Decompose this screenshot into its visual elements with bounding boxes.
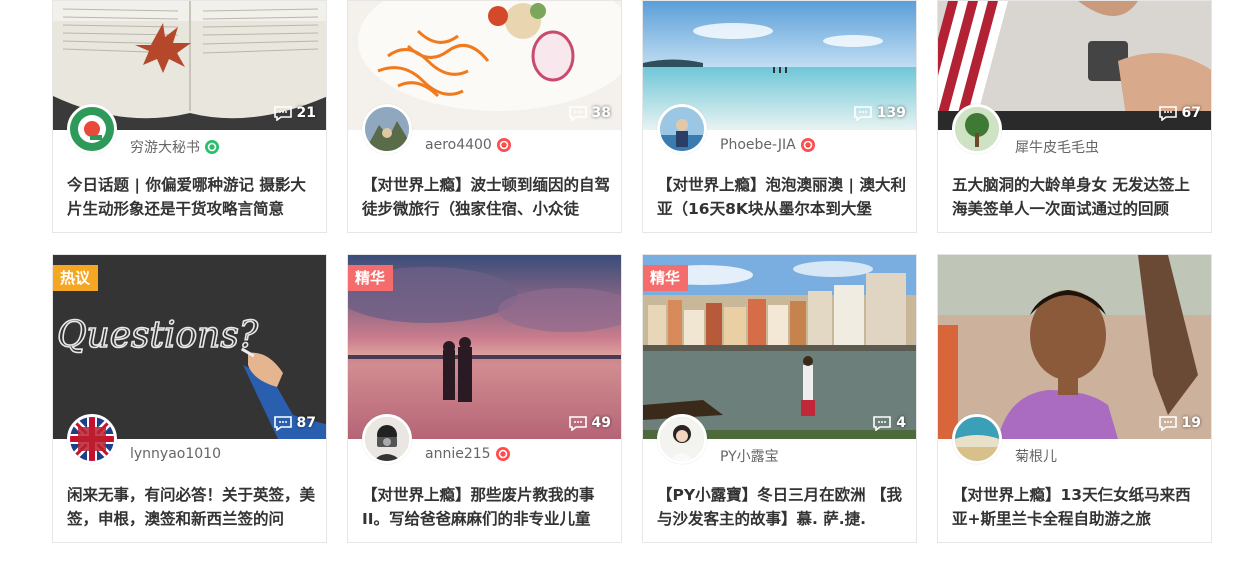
- hot-tag: 热议: [53, 265, 99, 291]
- author-name[interactable]: annie215: [425, 446, 491, 462]
- comment-count: 38: [568, 105, 611, 121]
- author[interactable]: annie215: [425, 446, 510, 462]
- post-card[interactable]: 139 Phoebe-JIA 【对世界上瘾】泡泡澳丽澳 | 澳大利亚（16天8K…: [642, 0, 917, 233]
- post-title[interactable]: 【对世界上瘾】波士顿到缅因的自驾徒步微旅行（独家住宿、小众徒: [362, 173, 611, 221]
- post-card[interactable]: Questions? 热议 87 lynnyao1010 闲来无事，有问必答！关…: [52, 254, 327, 543]
- comment-icon: [568, 415, 587, 431]
- verified-red-icon: [495, 447, 510, 461]
- comment-count: 87: [273, 415, 316, 431]
- author-name[interactable]: 菊根儿: [1015, 446, 1057, 466]
- avatar[interactable]: [362, 104, 412, 154]
- comment-icon: [1158, 105, 1177, 121]
- author-name[interactable]: PY小露宝: [720, 446, 779, 466]
- comment-count: 49: [568, 415, 611, 431]
- featured-tag: 精华: [348, 265, 394, 291]
- author-name[interactable]: lynnyao1010: [130, 446, 221, 462]
- comment-icon: [568, 105, 587, 121]
- author-name[interactable]: 穷游大秘书: [130, 137, 200, 157]
- verified-red-icon: [800, 138, 815, 152]
- avatar[interactable]: [67, 104, 117, 154]
- post-card[interactable]: 19 菊根儿 【对世界上瘾】13天仨女纸马来西亚+斯里兰卡全程自助游之旅: [937, 254, 1212, 543]
- post-card[interactable]: 67 犀牛皮毛毛虫 五大脑洞的大龄单身女 无发达签上海美签单人一次面试通过的回顾: [937, 0, 1212, 233]
- avatar[interactable]: [362, 414, 412, 464]
- post-title[interactable]: 【对世界上瘾】泡泡澳丽澳 | 澳大利亚（16天8K块从墨尔本到大堡: [657, 173, 906, 221]
- author-name[interactable]: 犀牛皮毛毛虫: [1015, 137, 1099, 157]
- post-title[interactable]: 【对世界上瘾】那些废片教我的事II。写给爸爸麻麻们的非专业儿童: [362, 483, 611, 531]
- avatar[interactable]: [657, 104, 707, 154]
- comment-icon: [873, 415, 892, 431]
- featured-tag: 精华: [643, 265, 689, 291]
- avatar[interactable]: [952, 104, 1002, 154]
- author[interactable]: 菊根儿: [1015, 446, 1057, 466]
- avatar[interactable]: [952, 414, 1002, 464]
- comment-icon: [273, 415, 292, 431]
- verified-red-icon: [496, 138, 511, 152]
- avatar[interactable]: [657, 414, 707, 464]
- svg-text:Questions?: Questions?: [57, 315, 259, 356]
- author[interactable]: lynnyao1010: [130, 446, 221, 462]
- author[interactable]: aero4400: [425, 137, 511, 153]
- verified-green-icon: [205, 140, 219, 154]
- post-card[interactable]: 38 aero4400 【对世界上瘾】波士顿到缅因的自驾徒步微旅行（独家住宿、小…: [347, 0, 622, 233]
- post-card[interactable]: 精华 49 annie215 【对世界上瘾】那些废片教我的事II。写给爸爸麻麻们…: [347, 254, 622, 543]
- post-card[interactable]: 精华 4 PY小露宝 【PY小露寶】冬日三月在欧洲 【我与沙发客主的故事】慕. …: [642, 254, 917, 543]
- comment-icon: [273, 105, 292, 121]
- post-title[interactable]: 【对世界上瘾】13天仨女纸马来西亚+斯里兰卡全程自助游之旅: [952, 483, 1201, 531]
- post-card[interactable]: 21 穷游大秘书 今日话题 | 你偏爱哪种游记 摄影大片生动形象还是干货攻略言简…: [52, 0, 327, 233]
- comment-count: 19: [1158, 415, 1201, 431]
- author[interactable]: 犀牛皮毛毛虫: [1015, 137, 1099, 157]
- author[interactable]: 穷游大秘书: [130, 137, 219, 157]
- post-title[interactable]: 【PY小露寶】冬日三月在欧洲 【我与沙发客主的故事】慕. 萨.捷.: [657, 483, 906, 531]
- post-title[interactable]: 今日话题 | 你偏爱哪种游记 摄影大片生动形象还是干货攻略言简意: [67, 173, 316, 221]
- author-name[interactable]: Phoebe-JIA: [720, 137, 796, 153]
- author-name[interactable]: aero4400: [425, 137, 492, 153]
- comment-count: 4: [873, 415, 906, 431]
- avatar[interactable]: [67, 414, 117, 464]
- comment-count: 67: [1158, 105, 1201, 121]
- author[interactable]: Phoebe-JIA: [720, 137, 815, 153]
- comment-icon: [1158, 415, 1177, 431]
- author[interactable]: PY小露宝: [720, 446, 779, 466]
- post-title[interactable]: 闲来无事，有问必答！关于英签，美签，申根，澳签和新西兰签的问: [67, 483, 316, 531]
- comment-icon: [853, 105, 872, 121]
- comment-count: 21: [273, 105, 316, 121]
- post-thumbnail[interactable]: [938, 255, 1211, 439]
- post-title[interactable]: 五大脑洞的大龄单身女 无发达签上海美签单人一次面试通过的回顾: [952, 173, 1201, 221]
- comment-count: 139: [853, 105, 906, 121]
